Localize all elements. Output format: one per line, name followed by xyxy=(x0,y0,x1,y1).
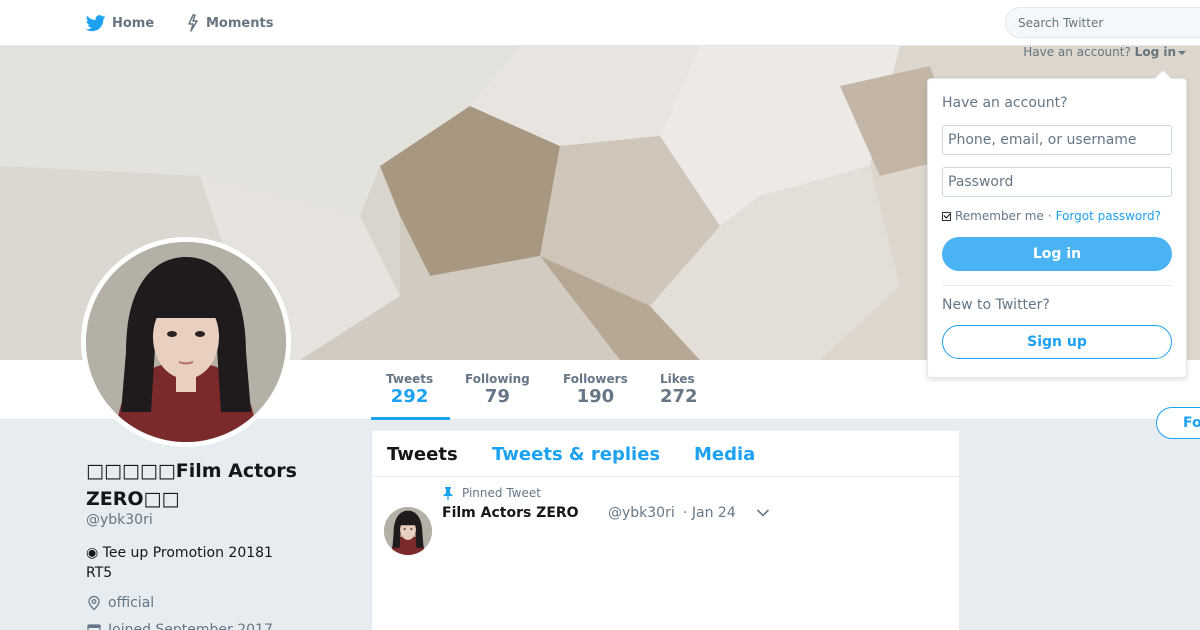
stat-following[interactable]: Following 79 xyxy=(465,372,530,407)
active-tab-indicator xyxy=(371,417,450,420)
joined-text: Joined September 2017 xyxy=(108,622,273,630)
bio-line: RT5 xyxy=(86,565,113,581)
profile-joined: Joined September 2017 xyxy=(86,622,273,630)
stat-value: 190 xyxy=(576,386,615,407)
new-to-twitter-text: New to Twitter? xyxy=(942,297,1050,313)
timeline: Tweets Tweets & replies Media Pinned Twe… xyxy=(372,431,959,630)
pinned-tweet-label: Pinned Tweet xyxy=(442,486,541,500)
caret-down-icon[interactable] xyxy=(1178,50,1186,55)
search-input[interactable]: Search Twitter xyxy=(1005,7,1200,38)
nav-moments[interactable]: Moments xyxy=(186,12,273,34)
stat-value: 79 xyxy=(484,386,510,407)
account-bar: Have an account? Log in xyxy=(1023,45,1186,59)
timeline-tabs: Tweets Tweets & replies Media xyxy=(372,431,959,477)
nav-home[interactable]: Home xyxy=(86,12,154,34)
location-text: official xyxy=(108,595,155,611)
follow-button[interactable]: Fo xyxy=(1156,407,1200,439)
stat-tweets[interactable]: Tweets 292 xyxy=(386,372,433,407)
tab-tweets[interactable]: Tweets xyxy=(387,444,458,465)
twitter-bird-icon xyxy=(86,14,106,32)
stat-label: Following xyxy=(465,372,530,386)
stat-followers[interactable]: Followers 190 xyxy=(563,372,628,407)
profile-bio: ◉ Tee up Promotion 20181 RT5 xyxy=(86,543,306,583)
stat-likes[interactable]: Likes 272 xyxy=(660,372,698,407)
remember-checkbox[interactable] xyxy=(942,211,951,221)
tweet-author-handle[interactable]: @ybk30ri xyxy=(608,505,675,521)
signup-button[interactable]: Sign up xyxy=(942,325,1172,359)
chevron-down-icon[interactable] xyxy=(756,508,770,518)
stat-value: 292 xyxy=(390,386,429,407)
divider xyxy=(942,285,1172,286)
stat-label: Followers xyxy=(563,372,628,386)
tab-tweets-replies[interactable]: Tweets & replies xyxy=(492,444,660,465)
stat-value: 272 xyxy=(660,386,698,407)
remember-label[interactable]: Remember me xyxy=(955,209,1044,223)
login-title: Have an account? xyxy=(942,95,1068,111)
avatar-photo xyxy=(86,242,286,442)
password-field[interactable] xyxy=(942,167,1172,197)
pinned-text: Pinned Tweet xyxy=(462,486,541,500)
stat-label: Likes xyxy=(660,372,695,386)
lightning-icon xyxy=(186,14,200,32)
location-pin-icon xyxy=(86,595,102,611)
bio-line: ◉ Tee up Promotion 20181 xyxy=(86,545,273,561)
stat-label: Tweets xyxy=(386,372,434,386)
pin-icon xyxy=(442,486,454,500)
username-field[interactable] xyxy=(942,125,1172,155)
login-dropdown: Have an account? Remember me · Forgot pa… xyxy=(927,70,1187,378)
profile-name: □□□□□Film Actors ZERO□□ xyxy=(86,460,297,510)
remember-row: Remember me · Forgot password? xyxy=(942,209,1161,223)
tab-media[interactable]: Media xyxy=(694,444,755,465)
nav-moments-label: Moments xyxy=(206,15,274,31)
profile-handle[interactable]: @ybk30ri xyxy=(86,512,153,528)
profile-location: official xyxy=(86,595,154,611)
login-button[interactable]: Log in xyxy=(942,237,1172,271)
top-navigation: Home Moments Search Twitter xyxy=(0,0,1200,46)
profile-avatar[interactable] xyxy=(81,237,291,447)
account-prompt: Have an account? xyxy=(1023,45,1131,59)
tweet-author-name[interactable]: Film Actors ZERO xyxy=(442,505,579,521)
separator: · xyxy=(1047,209,1052,223)
tweet-date[interactable]: · Jan 24 xyxy=(683,505,736,521)
login-toggle[interactable]: Log in xyxy=(1135,45,1176,59)
tweet-avatar[interactable] xyxy=(384,507,432,555)
nav-home-label: Home xyxy=(112,15,155,31)
forgot-password-link[interactable]: Forgot password? xyxy=(1056,209,1161,223)
calendar-icon xyxy=(86,622,102,630)
